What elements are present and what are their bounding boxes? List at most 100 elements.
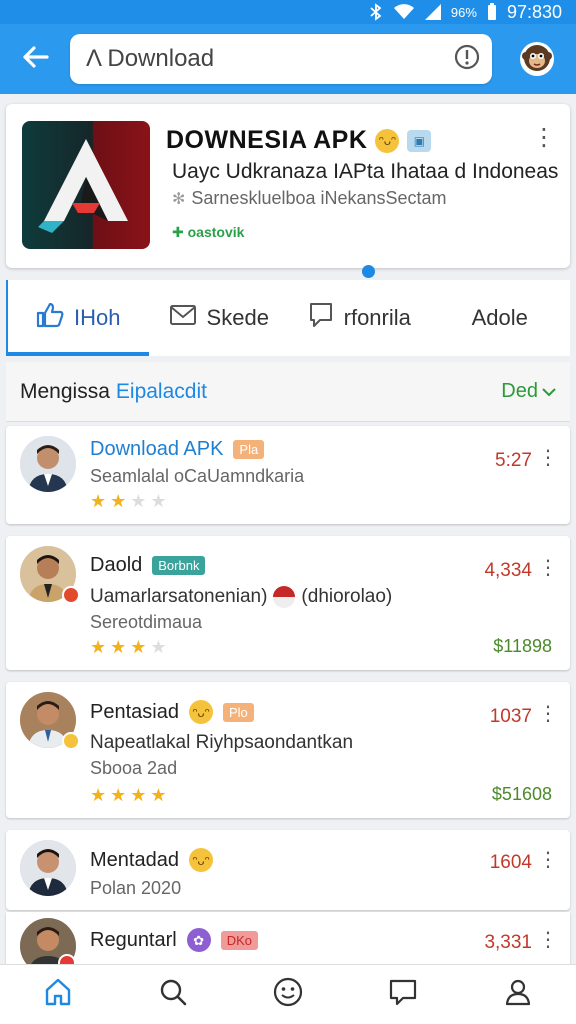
more-vert-icon[interactable]: ⋮ bbox=[532, 126, 556, 150]
mail-icon bbox=[169, 304, 197, 332]
more-vert-icon[interactable]: ⋮ bbox=[538, 448, 558, 468]
rating-stars: ★ ★ ★ ★ bbox=[90, 786, 167, 804]
battery-icon bbox=[487, 3, 497, 21]
row-tag: Pla bbox=[233, 440, 265, 459]
row-subtitle: Uamarlarsatonenian) (dhiorolao) bbox=[90, 586, 393, 608]
section-filter-dropdown[interactable]: Ded bbox=[501, 380, 556, 403]
star-icon: ★ bbox=[110, 491, 127, 511]
tab-label: Adole bbox=[471, 305, 528, 330]
list-item[interactable]: Download APK Pla Seamlalal oCaUamndkaria… bbox=[6, 426, 570, 524]
app-logo bbox=[22, 121, 150, 249]
app-info-card[interactable]: DOWNESIA APK ᵔᴗᵔ ▣ Uayc Udkranaza IAPta … bbox=[6, 104, 570, 268]
star-icon: ★ bbox=[150, 785, 167, 805]
row-title-line: Pentasiad ᵔᴗᵔ Plo bbox=[90, 700, 254, 724]
app-bar: Λ Download bbox=[0, 24, 576, 94]
star-icon: ★ bbox=[90, 637, 107, 657]
row-title[interactable]: Reguntarl bbox=[90, 929, 177, 952]
row-title-line: Reguntarl ✿ DKo bbox=[90, 928, 259, 952]
row-value: 1604 bbox=[489, 852, 532, 873]
row-title[interactable]: Pentasiad bbox=[90, 701, 179, 724]
search-input[interactable]: Λ Download bbox=[86, 45, 454, 73]
list-item[interactable]: Mentadad ᵔᴗᵔ Polan 2020 1604 ⋮ bbox=[6, 830, 570, 910]
tab-label: IHoh bbox=[74, 305, 121, 330]
section-accent-link[interactable]: Eipalacdit bbox=[116, 380, 207, 404]
tab-rfonrila[interactable]: rfonrila bbox=[289, 280, 430, 356]
verified-badge-icon: ▣ bbox=[407, 129, 432, 152]
comment-icon bbox=[308, 301, 334, 335]
page-indicator-dot bbox=[362, 265, 375, 278]
more-vert-icon[interactable]: ⋮ bbox=[538, 850, 558, 870]
star-icon: ★ bbox=[150, 637, 167, 657]
star-icon: ★ bbox=[110, 637, 127, 657]
row-value: 5:27 bbox=[495, 450, 532, 471]
list-item[interactable]: Reguntarl ✿ DKo 3,331 ⋮ bbox=[6, 912, 570, 974]
avatar bbox=[20, 840, 76, 896]
profile-icon bbox=[503, 977, 533, 1012]
profile-avatar[interactable] bbox=[520, 42, 554, 76]
star-icon: ★ bbox=[130, 491, 147, 511]
nav-search[interactable] bbox=[143, 970, 203, 1020]
app-tagline: Sarneskluelboa iNekansSectam bbox=[191, 188, 447, 208]
app-title-row: DOWNESIA APK ᵔᴗᵔ ▣ bbox=[166, 126, 432, 155]
row-meta: Sbooa 2ad bbox=[90, 758, 178, 778]
row-value: 1037 bbox=[489, 706, 532, 727]
section-title: Mengissa bbox=[20, 379, 110, 403]
list-item[interactable]: Pentasiad ᵔᴗᵔ Plo Napeatlakal Riyhpsaond… bbox=[6, 682, 570, 818]
row-subtitle: Seamlalal oCaUamndkaria bbox=[90, 466, 305, 486]
back-button[interactable] bbox=[0, 24, 70, 94]
tab-label: rfonrila bbox=[343, 305, 411, 330]
row-value: 4,334 bbox=[484, 560, 532, 581]
bluetooth-icon bbox=[369, 3, 383, 21]
list-item[interactable]: Daold Borbnk Uamarlarsatonenian) (dhioro… bbox=[6, 536, 570, 670]
tab-label: Skede bbox=[206, 305, 269, 330]
app-description: Uayc Udkranaza IAPta Ihataa d Indoneas bbox=[172, 160, 559, 183]
plus-icon: ✚ bbox=[172, 224, 184, 240]
row-title-line: Download APK Pla bbox=[90, 438, 265, 461]
tab-adole[interactable]: Adole bbox=[430, 280, 571, 356]
row-tag: Plo bbox=[222, 702, 254, 722]
row-title[interactable]: Download APK bbox=[90, 438, 223, 461]
status-dot-icon bbox=[62, 586, 80, 604]
row-tag: DKo bbox=[220, 930, 259, 950]
gear-icon: ✻ bbox=[172, 190, 186, 208]
nav-messages[interactable] bbox=[373, 970, 433, 1020]
more-vert-icon[interactable]: ⋮ bbox=[538, 930, 558, 950]
grinning-emoji-icon: ᵔᴗᵔ bbox=[375, 128, 400, 153]
star-icon: ★ bbox=[110, 785, 127, 805]
more-vert-icon[interactable]: ⋮ bbox=[538, 558, 558, 578]
thumbs-up-icon bbox=[36, 302, 64, 334]
row-tag: Borbnk bbox=[152, 556, 206, 575]
row-meta: Sereotdimaua bbox=[90, 612, 203, 632]
status-bar: 96% 97:830 bbox=[0, 0, 576, 24]
flag-icon bbox=[273, 586, 296, 608]
star-icon: ★ bbox=[90, 491, 107, 511]
rating-stars: ★ ★ ★ ★ bbox=[90, 638, 167, 656]
row-title-line: Mentadad ᵔᴗᵔ bbox=[90, 848, 213, 872]
info-circle-icon[interactable] bbox=[454, 44, 480, 75]
search-bar[interactable]: Λ Download bbox=[70, 34, 492, 84]
status-dot-icon bbox=[62, 732, 80, 750]
row-value: 3,331 bbox=[484, 932, 532, 953]
battery-percentage: 96% bbox=[450, 4, 477, 20]
nav-profile[interactable] bbox=[488, 970, 548, 1020]
row-title-line: Daold Borbnk bbox=[90, 554, 206, 577]
app-link[interactable]: ✚ oastovik bbox=[172, 224, 244, 241]
signal-icon bbox=[424, 4, 441, 20]
section-header: Mengissa Eipalacdit Ded bbox=[6, 362, 570, 422]
grinning-emoji-icon: ᵔᴗᵔ bbox=[188, 700, 213, 724]
tab-home[interactable]: IHoh bbox=[8, 280, 149, 356]
star-icon: ★ bbox=[130, 637, 147, 657]
home-icon bbox=[43, 977, 73, 1012]
rating-stars: ★ ★ ★ ★ bbox=[90, 492, 167, 510]
row-title[interactable]: Daold bbox=[90, 554, 142, 577]
nav-home[interactable] bbox=[28, 970, 88, 1020]
grinning-emoji-icon: ᵔᴗᵔ bbox=[188, 848, 213, 872]
tab-skede[interactable]: Skede bbox=[149, 280, 290, 356]
more-vert-icon[interactable]: ⋮ bbox=[538, 704, 558, 724]
nav-feed[interactable] bbox=[258, 970, 318, 1020]
app-title: DOWNESIA APK bbox=[166, 126, 368, 154]
row-title[interactable]: Mentadad bbox=[90, 849, 179, 872]
star-icon: ★ bbox=[150, 491, 167, 511]
star-icon: ★ bbox=[90, 785, 107, 805]
chevron-down-icon bbox=[542, 380, 556, 403]
